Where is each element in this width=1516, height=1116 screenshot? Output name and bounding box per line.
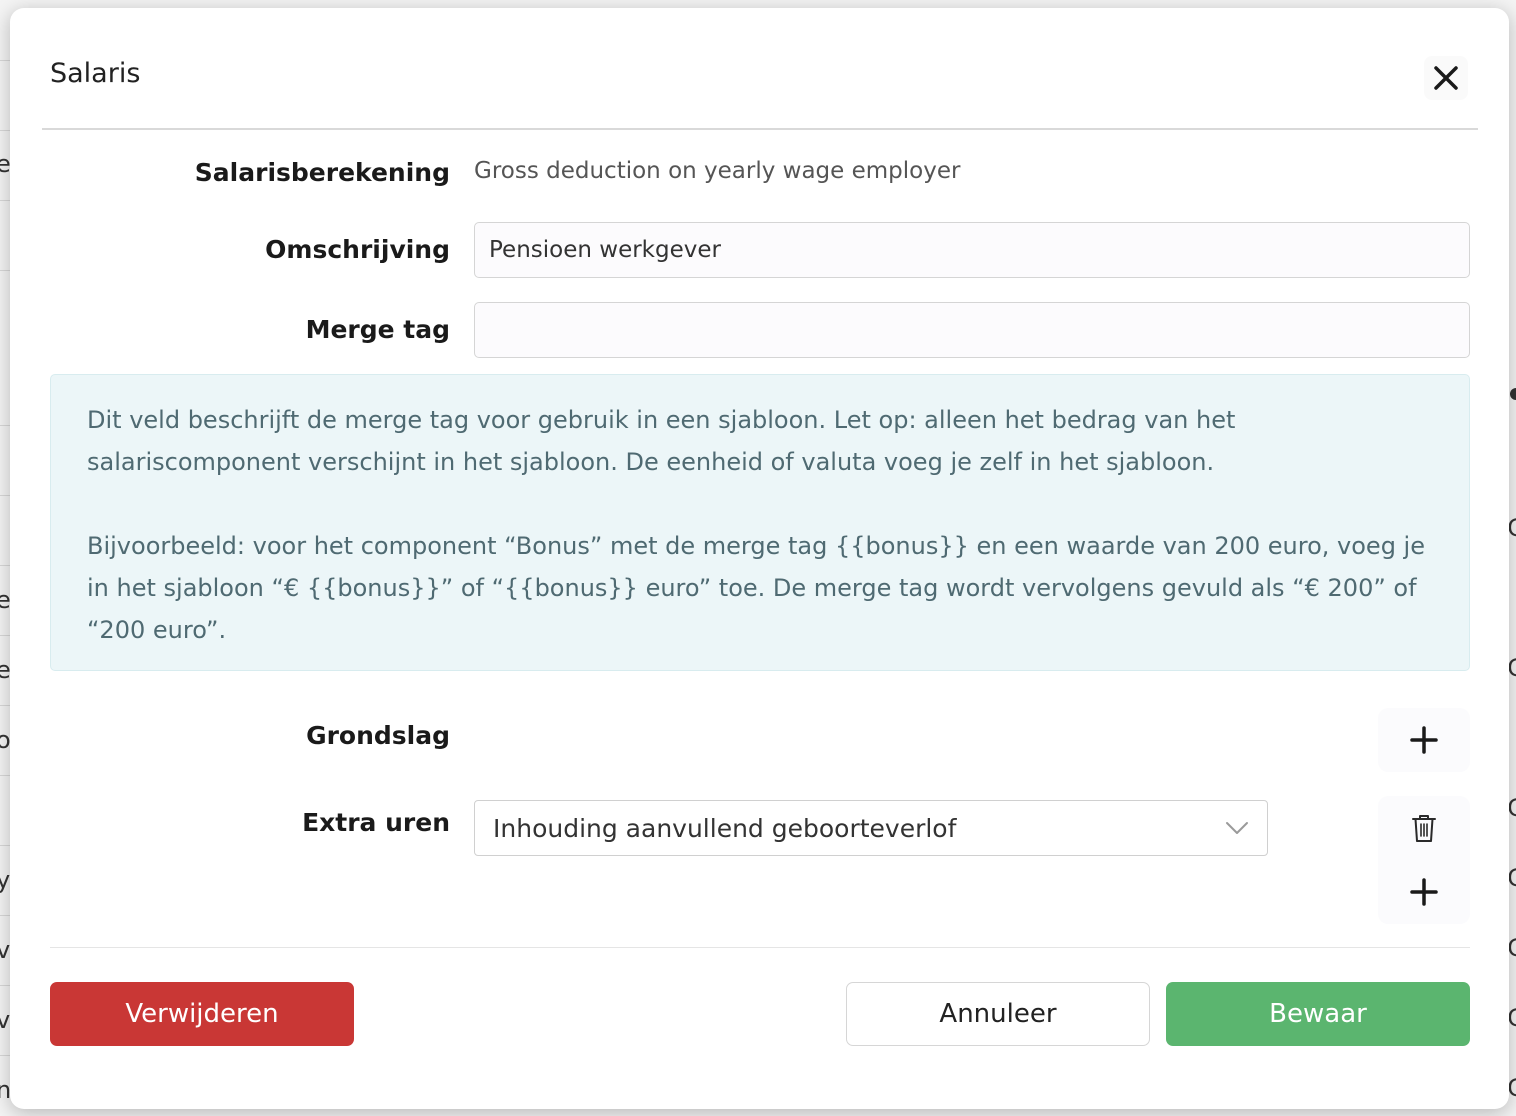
plus-icon — [1410, 726, 1438, 754]
bg-text-fragment: v — [0, 1006, 11, 1034]
header-divider — [42, 128, 1478, 130]
merge-tag-input[interactable] — [474, 302, 1470, 358]
close-icon — [1434, 66, 1458, 90]
bg-status-dot — [1510, 388, 1516, 400]
plus-icon — [1410, 878, 1438, 906]
close-button[interactable] — [1424, 56, 1468, 100]
footer-divider — [50, 947, 1470, 948]
save-button[interactable]: Bewaar — [1166, 982, 1470, 1046]
extra-uren-selected-value: Inhouding aanvullend geboorteverlof — [493, 813, 957, 843]
bg-text-fragment: y — [0, 866, 11, 894]
salary-calc-label: Salarisberekening — [194, 158, 450, 187]
modal-title: Salaris — [50, 58, 141, 89]
info-paragraph: Bijvoorbeeld: voor het component “Bonus”… — [87, 532, 1425, 644]
grondslag-label: Grondslag — [306, 721, 450, 750]
salary-calc-value: Gross deduction on yearly wage employer — [474, 158, 961, 184]
delete-button[interactable]: Verwijderen — [50, 982, 354, 1046]
add-extra-uren-button[interactable] — [1394, 862, 1454, 922]
info-paragraph: Dit veld beschrijft de merge tag voor ge… — [87, 406, 1236, 476]
chevron-down-icon — [1226, 822, 1248, 834]
cancel-button[interactable]: Annuleer — [846, 982, 1150, 1046]
add-grondslag-button[interactable] — [1394, 710, 1454, 770]
extra-uren-label: Extra uren — [302, 808, 450, 837]
trash-icon — [1412, 815, 1436, 842]
bg-text-fragment: v — [0, 936, 11, 964]
merge-tag-label: Merge tag — [305, 315, 450, 344]
description-input[interactable] — [474, 222, 1470, 278]
merge-tag-info-box: Dit veld beschrijft de merge tag voor ge… — [50, 374, 1470, 671]
delete-extra-uren-button[interactable] — [1394, 798, 1454, 858]
description-label: Omschrijving — [265, 235, 450, 264]
salary-modal: Salaris Salarisberekening Gross deductio… — [10, 8, 1509, 1109]
extra-uren-select[interactable]: Inhouding aanvullend geboorteverlof — [474, 800, 1268, 856]
